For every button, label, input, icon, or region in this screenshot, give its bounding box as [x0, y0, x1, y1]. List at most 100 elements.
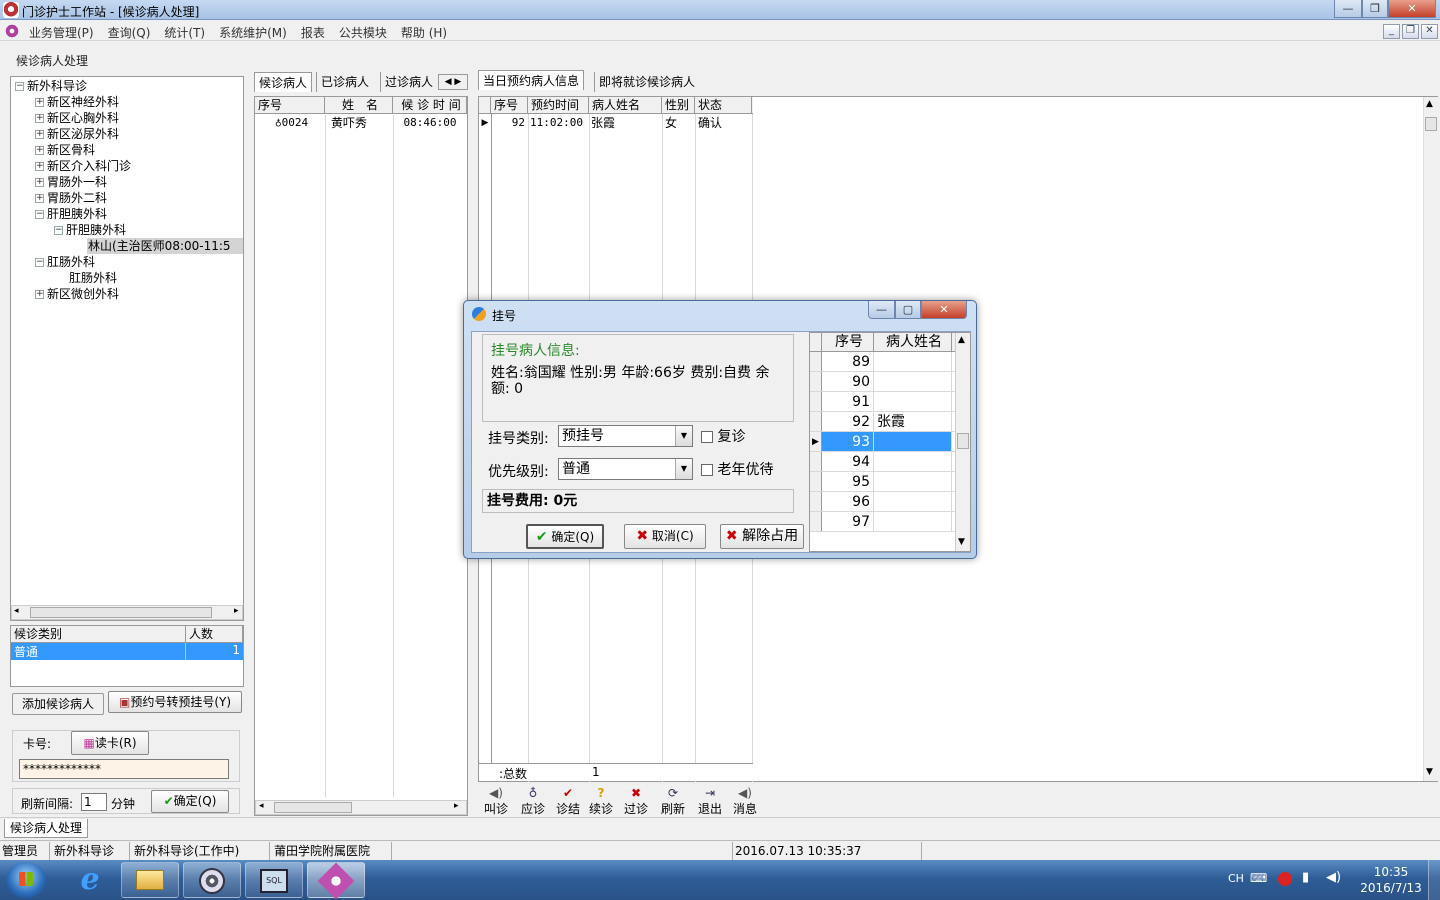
call-button[interactable]: ◀) 叫诊 — [480, 786, 512, 817]
add-patient-button[interactable]: 添加候诊病人 — [12, 693, 104, 715]
dialog-ok-button[interactable]: ✔ 确定(Q) — [526, 524, 604, 549]
tab-scroll-buttons[interactable]: ◀ ▶ — [438, 74, 468, 90]
dialog-release-button[interactable]: ✖ 解除占用 — [720, 524, 804, 549]
show-desktop-button[interactable] — [1428, 860, 1440, 900]
network-icon[interactable]: ▮ — [1302, 870, 1309, 885]
tree-item[interactable]: + 新区骨科 — [35, 142, 95, 158]
menu-query[interactable]: 查询(Q) — [101, 24, 158, 41]
table-row[interactable]: 94 — [810, 452, 970, 472]
mdi-minimize-button[interactable]: _ — [1383, 24, 1400, 39]
menu-business[interactable]: 业务管理(P) — [22, 24, 101, 41]
tree-hscrollbar[interactable]: ◂ ▸ — [11, 605, 243, 620]
scroll-thumb[interactable] — [30, 607, 212, 618]
table-row[interactable]: 普通 1 — [11, 643, 243, 660]
revisit-checkbox[interactable]: 复诊 — [701, 426, 745, 446]
tree-item[interactable]: − 肝胆胰外科 — [35, 206, 107, 222]
refresh-confirm-button[interactable]: ✔确定(Q) — [151, 790, 229, 813]
dialog-maximize-button[interactable]: ▢ — [895, 301, 921, 319]
scroll-down-icon[interactable]: ▼ — [1426, 767, 1433, 777]
dialog-minimize-button[interactable]: — — [868, 301, 895, 319]
tab-missed[interactable]: 过诊病人 — [380, 72, 437, 92]
attend-button[interactable]: ♁ 应诊 — [517, 786, 549, 817]
priority-select[interactable]: 普通 ▼ — [558, 458, 693, 480]
card-number-input[interactable]: ************* — [19, 759, 229, 779]
tree-item[interactable]: + 新区泌尿外科 — [35, 126, 119, 142]
mdi-restore-button[interactable]: ❐ — [1402, 24, 1419, 39]
mdi-tab-current[interactable]: 候诊病人处理 — [4, 819, 89, 838]
close-button[interactable]: ✕ — [1388, 0, 1436, 18]
tab-waiting[interactable]: 候诊病人 — [254, 72, 313, 92]
number-grid-vscrollbar[interactable]: ▲ ▼ — [955, 333, 970, 551]
scroll-thumb[interactable] — [1425, 117, 1437, 131]
minimize-button[interactable]: — — [1334, 0, 1362, 18]
menu-common[interactable]: 公共模块 — [332, 24, 394, 41]
finish-button[interactable]: ✔ 诊结 — [552, 786, 584, 817]
scroll-left-icon[interactable]: ◂ — [259, 801, 264, 811]
table-row[interactable]: 92 张霞 — [810, 412, 970, 432]
menu-report[interactable]: 报表 — [294, 24, 332, 41]
tree-item[interactable]: + 新区微创外科 — [35, 286, 119, 302]
keyboard-icon[interactable]: ⌨ — [1250, 871, 1267, 885]
menu-help[interactable]: 帮助 (H) — [394, 24, 454, 41]
tree-item-doctor[interactable]: 林山(主治医师08:00-11:5 — [87, 238, 243, 254]
scroll-thumb[interactable] — [274, 802, 352, 813]
continue-button[interactable]: ? 续诊 — [585, 786, 617, 817]
table-row[interactable]: ♁0024 黄吓秀 08:46:00 — [255, 114, 467, 132]
tab-seen[interactable]: 已诊病人 — [316, 72, 373, 92]
tree-item[interactable]: − 肝胆胰外科 — [54, 222, 126, 238]
tree-item[interactable]: + 胃肠外一科 — [35, 174, 107, 190]
tree-item[interactable]: + 胃肠外二科 — [35, 190, 107, 206]
taskbar-sql-app[interactable]: SQL — [245, 862, 303, 898]
tree-item[interactable]: + 新区心胸外科 — [35, 110, 119, 126]
table-row[interactable]: 95 — [810, 472, 970, 492]
scroll-thumb[interactable] — [957, 433, 969, 449]
refresh-interval-input[interactable]: 1 — [81, 793, 107, 811]
scroll-right-icon[interactable]: ▸ — [234, 606, 239, 616]
table-row[interactable]: 90 — [810, 372, 970, 392]
start-button[interactable] — [6, 862, 46, 898]
app-menu-icon[interactable] — [4, 23, 20, 39]
convert-appointment-button[interactable]: ▣预约号转预挂号(Y) — [108, 691, 242, 713]
appointment-vscrollbar[interactable]: ▲ ▼ — [1423, 97, 1438, 781]
tree-item[interactable]: 肛肠外科 — [69, 270, 117, 286]
table-row[interactable]: 96 — [810, 492, 970, 512]
scroll-up-icon[interactable]: ▲ — [1426, 99, 1433, 109]
tray-clock[interactable]: 10:35 2016/7/13 — [1360, 864, 1422, 896]
taskbar-compass-app[interactable] — [183, 862, 241, 898]
menu-system[interactable]: 系统维护(M) — [212, 24, 294, 41]
table-row[interactable]: 97 — [810, 512, 970, 532]
taskbar-explorer[interactable] — [121, 862, 179, 898]
taskbar-nurse-app[interactable] — [307, 862, 365, 900]
menu-stats[interactable]: 统计(T) — [157, 24, 212, 41]
tree-item[interactable]: + 新区神经外科 — [35, 94, 119, 110]
tree-item[interactable]: − 肛肠外科 — [35, 254, 95, 270]
scroll-right-icon[interactable]: ▸ — [454, 801, 459, 811]
input-language[interactable]: CH — [1228, 872, 1244, 885]
ie-icon[interactable]: e — [72, 864, 108, 896]
table-row[interactable]: 91 — [810, 392, 970, 412]
scroll-down-icon[interactable]: ▼ — [958, 537, 965, 547]
exit-button[interactable]: ⇥ 退出 — [694, 786, 726, 817]
table-row[interactable]: ▶ 92 11:02:00 张霞 女 确认 — [479, 114, 753, 132]
reg-type-select[interactable]: 预挂号 ▼ — [558, 425, 693, 447]
skip-button[interactable]: ✖ 过诊 — [620, 786, 652, 817]
table-row[interactable]: ▶ 93 — [810, 432, 970, 452]
read-card-button[interactable]: ▦读卡(R) — [71, 731, 149, 755]
message-button[interactable]: ◀) 消息 — [729, 786, 761, 817]
volume-icon[interactable]: ◀) — [1326, 870, 1341, 885]
tab-appointments[interactable]: 当日预约病人信息 — [478, 70, 585, 90]
scroll-left-icon[interactable]: ◂ — [14, 606, 19, 616]
tree-item[interactable]: + 新区介入科门诊 — [35, 158, 131, 174]
table-row[interactable]: 89 — [810, 352, 970, 372]
restore-button[interactable]: ❐ — [1362, 0, 1388, 18]
tab-upcoming[interactable]: 即将就诊候诊病人 — [594, 72, 699, 92]
security-icon[interactable] — [1278, 872, 1292, 886]
refresh-button[interactable]: ⟳ 刷新 — [657, 786, 689, 817]
dialog-close-button[interactable]: ✕ — [921, 301, 967, 319]
tree-root[interactable]: − 新外科导诊 — [15, 78, 87, 94]
scroll-up-icon[interactable]: ▲ — [958, 335, 965, 345]
dialog-cancel-button[interactable]: ✖ 取消(C) — [624, 524, 706, 549]
waiting-hscrollbar[interactable]: ◂ ▸ — [255, 800, 467, 815]
elder-checkbox[interactable]: 老年优待 — [701, 459, 773, 479]
mdi-close-button[interactable]: ✕ — [1421, 24, 1438, 39]
